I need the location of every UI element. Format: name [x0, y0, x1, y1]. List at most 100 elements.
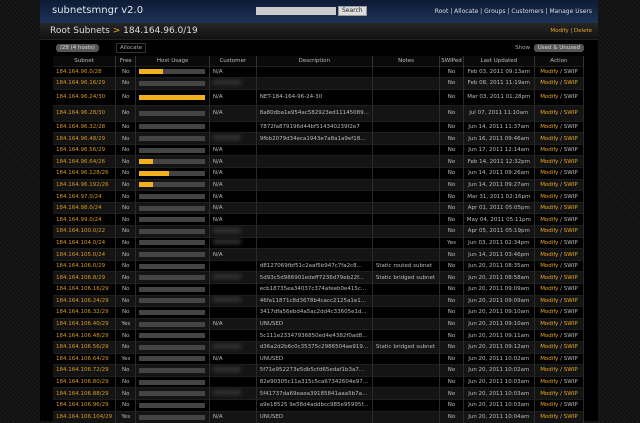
modify-link[interactable]: Modify: [540, 298, 558, 304]
subnet-link[interactable]: 184.164.96.64/26: [53, 155, 117, 168]
swip-link[interactable]: SWIP: [564, 321, 578, 327]
search-input[interactable]: [256, 7, 336, 15]
subnet-link[interactable]: 184.164.96.32/28: [53, 120, 117, 133]
subnet-link[interactable]: 184.164.96.0/28: [53, 65, 117, 78]
subnet-link[interactable]: 184.164.106.16/29: [53, 283, 117, 296]
modify-link[interactable]: Modify: [540, 286, 558, 292]
swip-link[interactable]: SWIP: [564, 228, 578, 234]
swip-link[interactable]: SWIP: [564, 110, 578, 116]
swip-link[interactable]: SWIP: [564, 344, 578, 350]
subnet-link[interactable]: 184.164.96.16/29: [53, 77, 117, 90]
modify-link[interactable]: Modify: [540, 309, 558, 315]
swip-link[interactable]: SWIP: [564, 240, 578, 246]
modify-link[interactable]: Modify: [540, 391, 558, 397]
modify-link[interactable]: Modify: [540, 321, 558, 327]
subnet-link[interactable]: 184.164.96.28/30: [53, 104, 117, 122]
swip-link[interactable]: SWIP: [564, 379, 578, 385]
subnet-link[interactable]: 184.164.106.8/29: [53, 271, 117, 284]
swip-link[interactable]: SWIP: [564, 136, 578, 142]
swip-link[interactable]: SWIP: [564, 170, 578, 176]
modify-link[interactable]: Modify: [540, 147, 558, 153]
swip-link[interactable]: SWIP: [564, 69, 578, 75]
swip-link[interactable]: SWIP: [564, 159, 578, 165]
swip-link[interactable]: SWIP: [564, 182, 578, 188]
subnet-link[interactable]: 184.164.106.96/29: [53, 398, 117, 412]
swip-link[interactable]: SWIP: [564, 414, 578, 420]
subnet-link[interactable]: 184.164.97.0/24: [53, 190, 117, 203]
modify-link[interactable]: Modify: [540, 402, 558, 408]
subnet-link[interactable]: 184.164.106.24/29: [53, 294, 117, 307]
swip-link[interactable]: SWIP: [564, 205, 578, 211]
subnet-link[interactable]: 184.164.96.128/26: [53, 167, 117, 180]
subnet-link[interactable]: 184.164.106.0/29: [53, 259, 117, 272]
modify-link[interactable]: Modify: [540, 252, 558, 258]
subnet-link[interactable]: 184.164.96.192/26: [53, 178, 117, 191]
table-row: 184.164.104.0/24 No Yes Jun 03, 2011 02:…: [53, 236, 585, 249]
modify-link[interactable]: Modify: [540, 228, 558, 234]
subnet-link[interactable]: 184.164.106.32/29: [53, 306, 117, 319]
modify-link[interactable]: Modify: [540, 69, 558, 75]
modify-link[interactable]: Modify: [540, 344, 558, 350]
swip-link[interactable]: SWIP: [564, 124, 578, 130]
host-usage-bar: [135, 329, 210, 342]
modify-link[interactable]: Modify: [540, 333, 558, 339]
app-title[interactable]: subnetsmngr v2.0: [52, 5, 143, 16]
modify-link[interactable]: Modify: [540, 170, 558, 176]
modify-link[interactable]: Modify: [540, 124, 558, 130]
subnet-link[interactable]: 184.164.96.24/30: [53, 88, 117, 106]
modify-link[interactable]: Modify: [540, 240, 558, 246]
modify-link[interactable]: Modify: [540, 275, 558, 281]
modify-link[interactable]: Modify: [540, 136, 558, 142]
swip-link[interactable]: SWIP: [564, 367, 578, 373]
modify-link[interactable]: Modify: [540, 217, 558, 223]
modify-link[interactable]: Modify: [540, 263, 558, 269]
swip-link[interactable]: SWIP: [564, 217, 578, 223]
subnet-link[interactable]: 184.164.106.48/29: [53, 329, 117, 342]
swip-link[interactable]: SWIP: [564, 147, 578, 153]
subnet-link[interactable]: 184.164.106.88/29: [53, 387, 117, 400]
subnet-link[interactable]: 184.164.98.0/24: [53, 201, 117, 214]
swip-link[interactable]: SWIP: [564, 356, 578, 362]
swip-link[interactable]: SWIP: [564, 194, 578, 200]
swip-link[interactable]: SWIP: [564, 298, 578, 304]
subnet-link[interactable]: 184.164.99.0/24: [53, 213, 117, 226]
prefix-select[interactable]: /28 (4 hosts): [56, 44, 99, 52]
search-button[interactable]: Search: [338, 6, 367, 16]
modify-link[interactable]: Modify: [540, 194, 558, 200]
swip-link[interactable]: SWIP: [564, 275, 578, 281]
subnet-link[interactable]: 184.164.104.0/24: [53, 236, 117, 249]
swip-link[interactable]: SWIP: [564, 391, 578, 397]
modify-link[interactable]: Modify: [540, 379, 558, 385]
allocate-button[interactable]: Allocate: [116, 43, 147, 53]
swip-link[interactable]: SWIP: [564, 263, 578, 269]
subnet-link[interactable]: 184.164.105.0/24: [53, 248, 117, 261]
modify-link[interactable]: Modify: [540, 80, 558, 86]
breadcrumb-root[interactable]: Root Subnets: [50, 26, 110, 36]
swip-link[interactable]: SWIP: [564, 252, 578, 258]
subnet-link[interactable]: 184.164.106.40/29: [53, 317, 117, 330]
subnet-link[interactable]: 184.164.106.80/29: [53, 375, 117, 388]
modify-link[interactable]: Modify: [540, 110, 558, 116]
modify-link[interactable]: Modify: [540, 182, 558, 188]
modify-delete-links[interactable]: Modify | Delete: [550, 28, 592, 34]
top-nav[interactable]: Root | Allocate | Groups | Customers | M…: [435, 8, 592, 15]
swip-link[interactable]: SWIP: [564, 94, 578, 100]
swip-link[interactable]: SWIP: [564, 333, 578, 339]
subnet-link[interactable]: 184.164.96.56/29: [53, 143, 117, 156]
swip-link[interactable]: SWIP: [564, 286, 578, 292]
swip-link[interactable]: SWIP: [564, 309, 578, 315]
subnet-link[interactable]: 184.164.106.56/29: [53, 340, 117, 354]
swip-link[interactable]: SWIP: [564, 80, 578, 86]
show-select[interactable]: Used & Unused: [533, 44, 584, 52]
modify-link[interactable]: Modify: [540, 159, 558, 165]
subnet-link[interactable]: 184.164.106.72/29: [53, 364, 117, 377]
swip-link[interactable]: SWIP: [564, 402, 578, 408]
subnet-link[interactable]: 184.164.100.0/22: [53, 225, 117, 238]
subnet-link[interactable]: 184.164.96.48/29: [53, 132, 117, 145]
modify-link[interactable]: Modify: [540, 356, 558, 362]
modify-link[interactable]: Modify: [540, 367, 558, 373]
subnet-link[interactable]: 184.164.106.64/29: [53, 352, 117, 365]
modify-link[interactable]: Modify: [540, 94, 558, 100]
modify-link[interactable]: Modify: [540, 205, 558, 211]
modify-link[interactable]: Modify: [540, 414, 558, 420]
